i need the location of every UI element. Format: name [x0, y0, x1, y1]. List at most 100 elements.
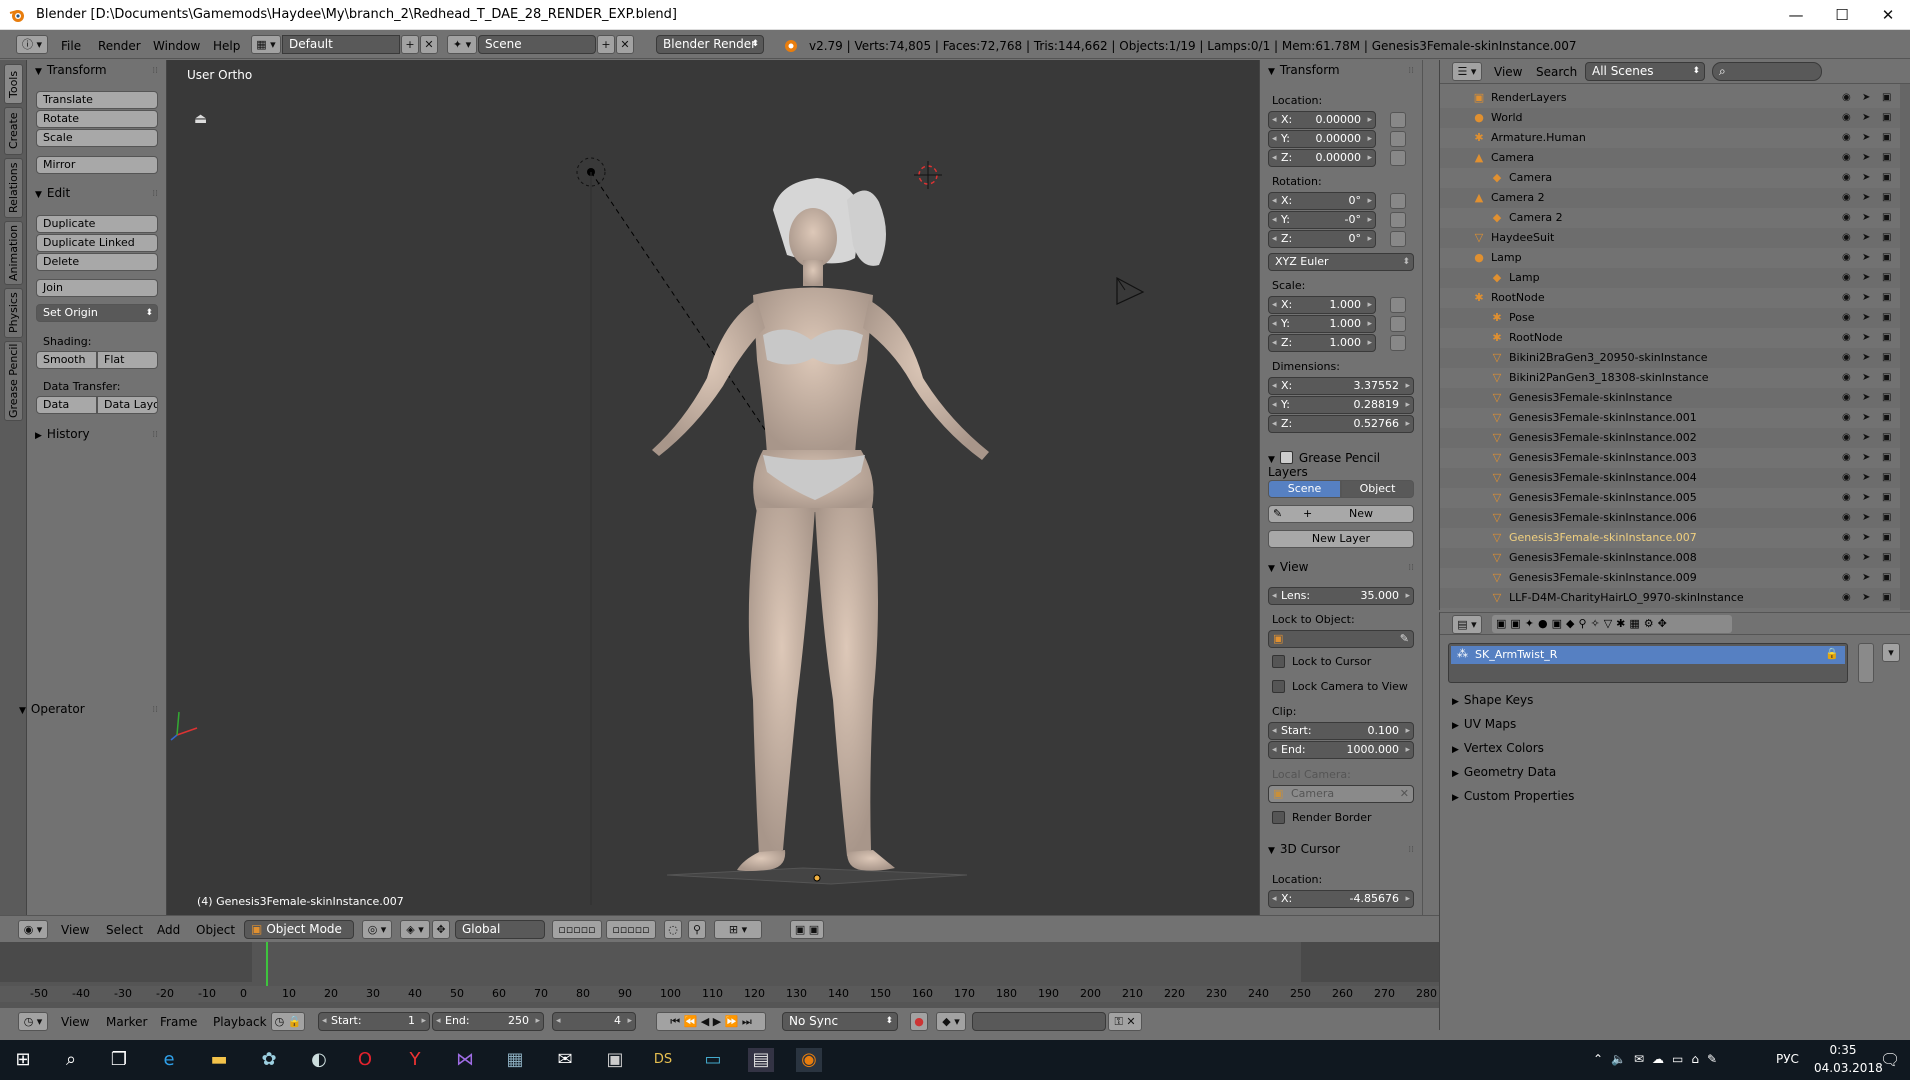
renderable-camera-icon[interactable]: ▣: [1882, 328, 1891, 348]
n-panel-scrollbar[interactable]: [1422, 60, 1439, 915]
scale-button[interactable]: Scale: [36, 129, 158, 147]
proportional-edit-icon[interactable]: ◌: [664, 920, 682, 939]
rotation-x-field[interactable]: ◂ X: 0° ▸: [1268, 192, 1376, 210]
drag-handle-icon[interactable]: ⁞⁞: [152, 66, 158, 76]
minimize-button[interactable]: —: [1773, 0, 1819, 30]
menu-render[interactable]: Render: [98, 39, 141, 53]
viewport-menu-add[interactable]: Add: [157, 923, 180, 937]
notifications-icon[interactable]: 🗨: [1880, 1050, 1900, 1069]
render-border-checkbox[interactable]: [1272, 811, 1285, 824]
selectable-cursor-icon[interactable]: ➤: [1862, 188, 1870, 208]
lock-icon[interactable]: 🔒: [1825, 647, 1839, 660]
selectable-cursor-icon[interactable]: ➤: [1862, 288, 1870, 308]
selectable-cursor-icon[interactable]: ➤: [1862, 268, 1870, 288]
renderable-camera-icon[interactable]: ▣: [1882, 588, 1891, 608]
opera-icon[interactable]: O: [352, 1048, 378, 1072]
renderable-camera-icon[interactable]: ▣: [1882, 468, 1891, 488]
3d-cursor-panel-header[interactable]: ▼ 3D Cursor: [1268, 842, 1340, 856]
visibility-eye-icon[interactable]: ◉: [1842, 268, 1851, 288]
rotate-button[interactable]: Rotate: [36, 110, 158, 128]
selectable-cursor-icon[interactable]: ➤: [1862, 328, 1870, 348]
tab-create[interactable]: Create: [4, 107, 23, 155]
checkbox-checked[interactable]: [1279, 451, 1293, 464]
outliner-row[interactable]: ▽ Genesis3Female-skinInstance.003 ◉ ➤ ▣: [1440, 448, 1900, 468]
camera-object[interactable]: [1116, 276, 1145, 305]
remove-scene-icon[interactable]: ✕: [616, 35, 634, 54]
viewport-menu-select[interactable]: Select: [106, 923, 143, 937]
outliner-editor-icon[interactable]: ☰ ▾: [1452, 62, 1482, 81]
add-scene-icon[interactable]: +: [597, 35, 615, 54]
timeline-menu-frame[interactable]: Frame: [160, 1015, 197, 1029]
renderable-camera-icon[interactable]: ▣: [1882, 308, 1891, 328]
visibility-eye-icon[interactable]: ◉: [1842, 588, 1851, 608]
outliner-row[interactable]: ▽ Bikini2PanGen3_18308-skinInstance ◉ ➤ ▣: [1440, 368, 1900, 388]
daz-studio-icon[interactable]: DS: [650, 1048, 676, 1072]
preview-range-icon[interactable]: ◷ 🔒: [271, 1012, 305, 1031]
renderable-camera-icon[interactable]: ▣: [1882, 108, 1891, 128]
list-specials-icon[interactable]: ▾: [1882, 643, 1900, 662]
outliner-row[interactable]: ▽ Genesis3Female-skinInstance.008 ◉ ➤ ▣: [1440, 548, 1900, 568]
selectable-cursor-icon[interactable]: ➤: [1862, 308, 1870, 328]
visibility-eye-icon[interactable]: ◉: [1842, 88, 1851, 108]
file-explorer-icon[interactable]: ▬: [206, 1048, 232, 1072]
join-button[interactable]: Join: [36, 279, 158, 297]
mirror-button[interactable]: Mirror: [36, 156, 158, 174]
visual-studio-icon[interactable]: ⋈: [452, 1048, 478, 1072]
set-origin-dropdown[interactable]: Set Origin ⬍: [36, 304, 158, 322]
visibility-eye-icon[interactable]: ◉: [1842, 368, 1851, 388]
app-icon[interactable]: ▭: [700, 1048, 726, 1072]
current-frame-field[interactable]: ◂ 4 ▸: [552, 1012, 636, 1031]
renderable-camera-icon[interactable]: ▣: [1882, 488, 1891, 508]
delete-button[interactable]: Delete: [36, 253, 158, 271]
geometry-data-panel[interactable]: ▶ Geometry Data: [1452, 765, 1556, 779]
mail-icon[interactable]: ✉: [552, 1048, 578, 1072]
rotation-y-field[interactable]: ◂ Y: -0° ▸: [1268, 211, 1376, 229]
visibility-eye-icon[interactable]: ◉: [1842, 208, 1851, 228]
outliner-row[interactable]: ▣ RenderLayers ◉ ➤ ▣: [1440, 88, 1900, 108]
location-z-field[interactable]: ◂ Z: 0.00000 ▸: [1268, 149, 1376, 167]
renderable-camera-icon[interactable]: ▣: [1882, 128, 1891, 148]
timeline-menu-marker[interactable]: Marker: [106, 1015, 147, 1029]
add-layout-icon[interactable]: +: [401, 35, 419, 54]
visibility-eye-icon[interactable]: ◉: [1842, 408, 1851, 428]
visibility-eye-icon[interactable]: ◉: [1842, 448, 1851, 468]
selectable-cursor-icon[interactable]: ➤: [1862, 248, 1870, 268]
visibility-eye-icon[interactable]: ◉: [1842, 548, 1851, 568]
lock-object-field[interactable]: ▣ ✎: [1268, 630, 1414, 648]
dimensions-y-field[interactable]: ◂ Y: 0.28819 ▸: [1268, 396, 1414, 414]
scene-icon[interactable]: ✦ ▾: [447, 35, 477, 54]
3d-viewport[interactable]: User Ortho ⏏ (4) Genesis3Female-skinInst…: [167, 60, 1259, 915]
location-y-field[interactable]: ◂ Y: 0.00000 ▸: [1268, 130, 1376, 148]
lamp-object[interactable]: [576, 157, 773, 905]
lock-icon[interactable]: [1390, 150, 1406, 166]
timeline-editor-icon[interactable]: ◷ ▾: [18, 1012, 48, 1031]
drag-handle-icon[interactable]: ⁞⁞: [152, 189, 158, 199]
selectable-cursor-icon[interactable]: ➤: [1862, 208, 1870, 228]
renderable-camera-icon[interactable]: ▣: [1882, 148, 1891, 168]
tab-physics[interactable]: Physics: [4, 288, 23, 338]
yandex-icon[interactable]: Y: [402, 1048, 428, 1072]
renderable-camera-icon[interactable]: ▣: [1882, 168, 1891, 188]
clock-date[interactable]: 04.03.2018: [1814, 1061, 1883, 1075]
outliner-search-input[interactable]: ⌕: [1712, 62, 1822, 81]
selectable-cursor-icon[interactable]: ➤: [1862, 388, 1870, 408]
app-icon[interactable]: ◐: [306, 1048, 332, 1072]
visibility-eye-icon[interactable]: ◉: [1842, 348, 1851, 368]
tab-animation[interactable]: Animation: [4, 221, 23, 285]
selectable-cursor-icon[interactable]: ➤: [1862, 428, 1870, 448]
duplicate-linked-button[interactable]: Duplicate Linked: [36, 234, 158, 252]
keying-icon[interactable]: ◆ ▾: [936, 1012, 966, 1031]
render-preview-icon[interactable]: ▣ ▣: [790, 920, 824, 939]
lock-to-cursor-checkbox[interactable]: [1272, 655, 1285, 668]
outliner-row[interactable]: ▽ Genesis3Female-skinInstance ◉ ➤ ▣: [1440, 388, 1900, 408]
renderable-camera-icon[interactable]: ▣: [1882, 568, 1891, 588]
selectable-cursor-icon[interactable]: ➤: [1862, 468, 1870, 488]
edge-browser-icon[interactable]: e: [156, 1048, 182, 1072]
menu-window[interactable]: Window: [153, 39, 200, 53]
scale-z-field[interactable]: ◂ Z: 1.000 ▸: [1268, 334, 1376, 352]
lens-field[interactable]: ◂ Lens: 35.000 ▸: [1268, 587, 1414, 605]
lock-icon[interactable]: [1390, 193, 1406, 209]
visibility-eye-icon[interactable]: ◉: [1842, 488, 1851, 508]
start-frame-field[interactable]: ◂ Start: 1 ▸: [318, 1012, 430, 1031]
renderable-camera-icon[interactable]: ▣: [1882, 388, 1891, 408]
